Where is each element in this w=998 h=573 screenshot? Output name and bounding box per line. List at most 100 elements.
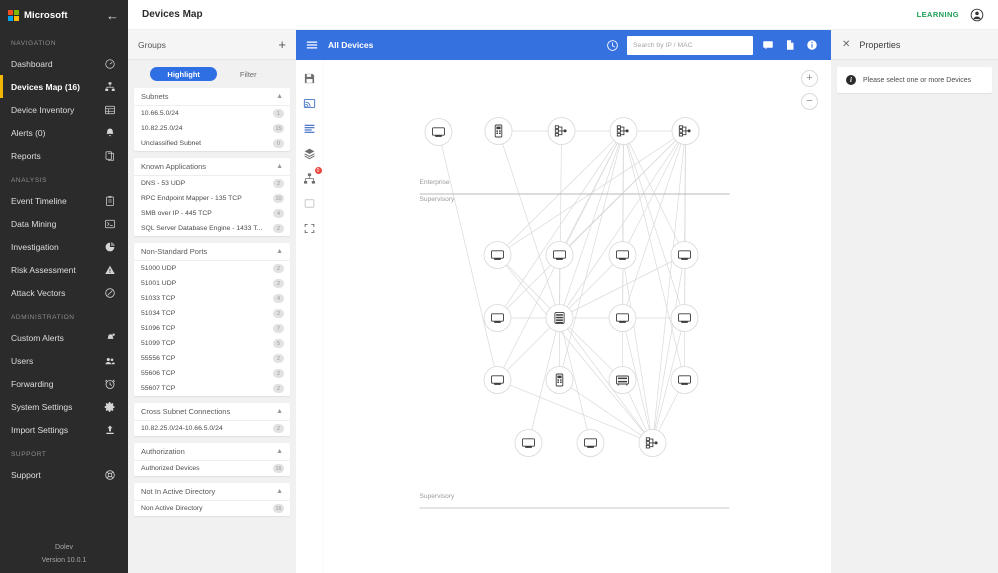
chevron-up-icon[interactable]: ▲ [276,93,283,100]
group-card: Cross Subnet Connections ▲ 10.82.25.0/24-1… [134,403,290,436]
zoom-in-button[interactable]: + [801,70,818,87]
group-row[interactable]: 51000 UDP 2 [134,261,290,276]
zoom-out-button[interactable]: − [801,93,818,110]
sidebar-item-support[interactable]: Support [0,463,128,486]
chevron-up-icon[interactable]: ▲ [276,408,283,415]
sidebar-item-investigation[interactable]: Investigation [0,235,128,258]
sidebar-item-event-timeline[interactable]: Event Timeline [0,189,128,212]
sidebar-item-label: Alerts (0) [11,127,46,138]
search-input[interactable] [633,41,747,49]
group-card: Known Applications ▲ DNS - 53 UDP 2 RPC Endp… [134,158,290,236]
map-node[interactable] [545,366,574,394]
chevron-up-icon[interactable]: ▲ [276,448,283,455]
map-node[interactable] [484,117,513,145]
cast-icon[interactable] [302,95,318,111]
search-box[interactable] [627,35,753,55]
plus-icon[interactable]: + [278,38,286,51]
hamburger-icon[interactable] [305,38,319,52]
topology-icon[interactable]: 0 [302,167,322,186]
map-node[interactable] [608,304,637,332]
group-row[interactable]: 51034 TCP 2 [134,306,290,321]
map-node[interactable] [545,241,574,269]
sidebar-item-system-settings[interactable]: System Settings [0,395,128,418]
group-row[interactable]: 55556 TCP 2 [134,351,290,366]
sidebar-item-users[interactable]: Users [0,349,128,372]
sidebar-item-custom-alerts[interactable]: Custom Alerts [0,326,128,349]
group-card-header[interactable]: Known Applications ▲ [134,158,290,176]
group-row-label: 51000 UDP [141,265,177,272]
chevron-up-icon[interactable]: ▲ [276,248,283,255]
sidebar-item-attack-vectors[interactable]: Attack Vectors [0,281,128,304]
account-circle-icon[interactable] [970,8,984,22]
sidebar-item-import-settings[interactable]: Import Settings [0,418,128,441]
group-row[interactable]: 10.82.25.0/24-10.66.5.0/24 2 [134,421,290,436]
sidebar-item-forwarding[interactable]: Forwarding [0,372,128,395]
filter-mode-button[interactable]: Filter [223,67,274,81]
map-node[interactable] [483,241,512,269]
map-node[interactable] [609,117,638,145]
group-card-header[interactable]: Not In Active Directory ▲ [134,483,290,501]
save-icon[interactable] [302,70,318,86]
map-node[interactable] [483,304,512,332]
group-row[interactable]: SMB over IP - 445 TCP 4 [134,206,290,221]
history-clock-icon[interactable] [601,34,623,56]
info-circle-icon[interactable] [801,34,823,56]
group-row[interactable]: Unclassified Subnet 0 [134,136,290,151]
group-card-header[interactable]: Subnets ▲ [134,88,290,106]
group-row[interactable]: 51096 TCP 7 [134,321,290,336]
group-row[interactable]: Authorized Devices 16 [134,461,290,476]
network-graph[interactable]: Enterprise Supervisory Supervisory [324,60,831,573]
group-row[interactable]: SQL Server Database Engine - 1433 T... 2 [134,221,290,236]
file-icon[interactable] [779,34,801,56]
map-node[interactable] [670,241,699,269]
sidebar-item-risk-assessment[interactable]: Risk Assessment [0,258,128,281]
group-card-header[interactable]: Cross Subnet Connections ▲ [134,403,290,421]
map-node[interactable] [608,241,637,269]
list-icon[interactable] [302,120,318,136]
map-node[interactable] [576,429,605,457]
group-row[interactable]: 55607 TCP 2 [134,381,290,396]
back-arrow-icon[interactable]: ← [106,9,119,22]
map-node[interactable] [483,366,512,394]
content-row: Groups + Highlight Filter Subnets ▲ 10.66.… [128,30,998,573]
view-label[interactable]: All Devices [328,40,601,50]
map-node[interactable] [545,304,574,332]
sidebar-item-alerts-0[interactable]: Alerts (0) [0,121,128,144]
map-node[interactable] [608,366,637,394]
group-row[interactable]: Non Active Directory 16 [134,501,290,516]
highlight-mode-button[interactable]: Highlight [150,67,217,81]
map-node[interactable] [670,304,699,332]
map-node[interactable] [514,429,543,457]
chevron-up-icon[interactable]: ▲ [276,163,283,170]
sidebar-item-device-inventory[interactable]: Device Inventory [0,98,128,121]
groups-scroll-area[interactable]: Subnets ▲ 10.66.5.0/24 1 10.82.25.0/24 15 Uncl… [128,88,296,573]
group-row[interactable]: 51099 TCP 5 [134,336,290,351]
group-row[interactable]: 51001 UDP 2 [134,276,290,291]
sidebar-item-data-mining[interactable]: Data Mining [0,212,128,235]
group-row[interactable]: DNS - 53 UDP 2 [134,176,290,191]
group-row[interactable]: RPC Endpoint Mapper - 135 TCP 10 [134,191,290,206]
fullscreen-icon[interactable] [302,220,318,236]
square-select-icon[interactable] [302,195,318,211]
main-region: Devices Map LEARNING Groups + Highlight … [128,0,998,573]
group-card-header[interactable]: Non-Standard Ports ▲ [134,243,290,261]
sidebar-item-reports[interactable]: Reports [0,144,128,167]
map-node[interactable] [547,117,576,145]
map-node[interactable] [638,429,667,457]
comment-icon[interactable] [757,34,779,56]
group-row[interactable]: 10.82.25.0/24 15 [134,121,290,136]
sidebar-item-devices-map-16[interactable]: Devices Map (16) [0,75,128,98]
group-row[interactable]: 51033 TCP 4 [134,291,290,306]
map-node[interactable] [424,118,453,146]
group-row[interactable]: 55606 TCP 2 [134,366,290,381]
sidebar-item-dashboard[interactable]: Dashboard [0,52,128,75]
group-card-header[interactable]: Authorization ▲ [134,443,290,461]
learning-mode-label[interactable]: LEARNING [917,10,959,19]
close-icon[interactable]: ✕ [842,39,850,50]
map-node[interactable] [670,366,699,394]
map-node[interactable] [671,117,700,145]
network-map-canvas[interactable]: Enterprise Supervisory Supervisory + − [324,60,831,573]
layers-icon[interactable] [302,145,318,161]
chevron-up-icon[interactable]: ▲ [276,488,283,495]
group-row[interactable]: 10.66.5.0/24 1 [134,106,290,121]
